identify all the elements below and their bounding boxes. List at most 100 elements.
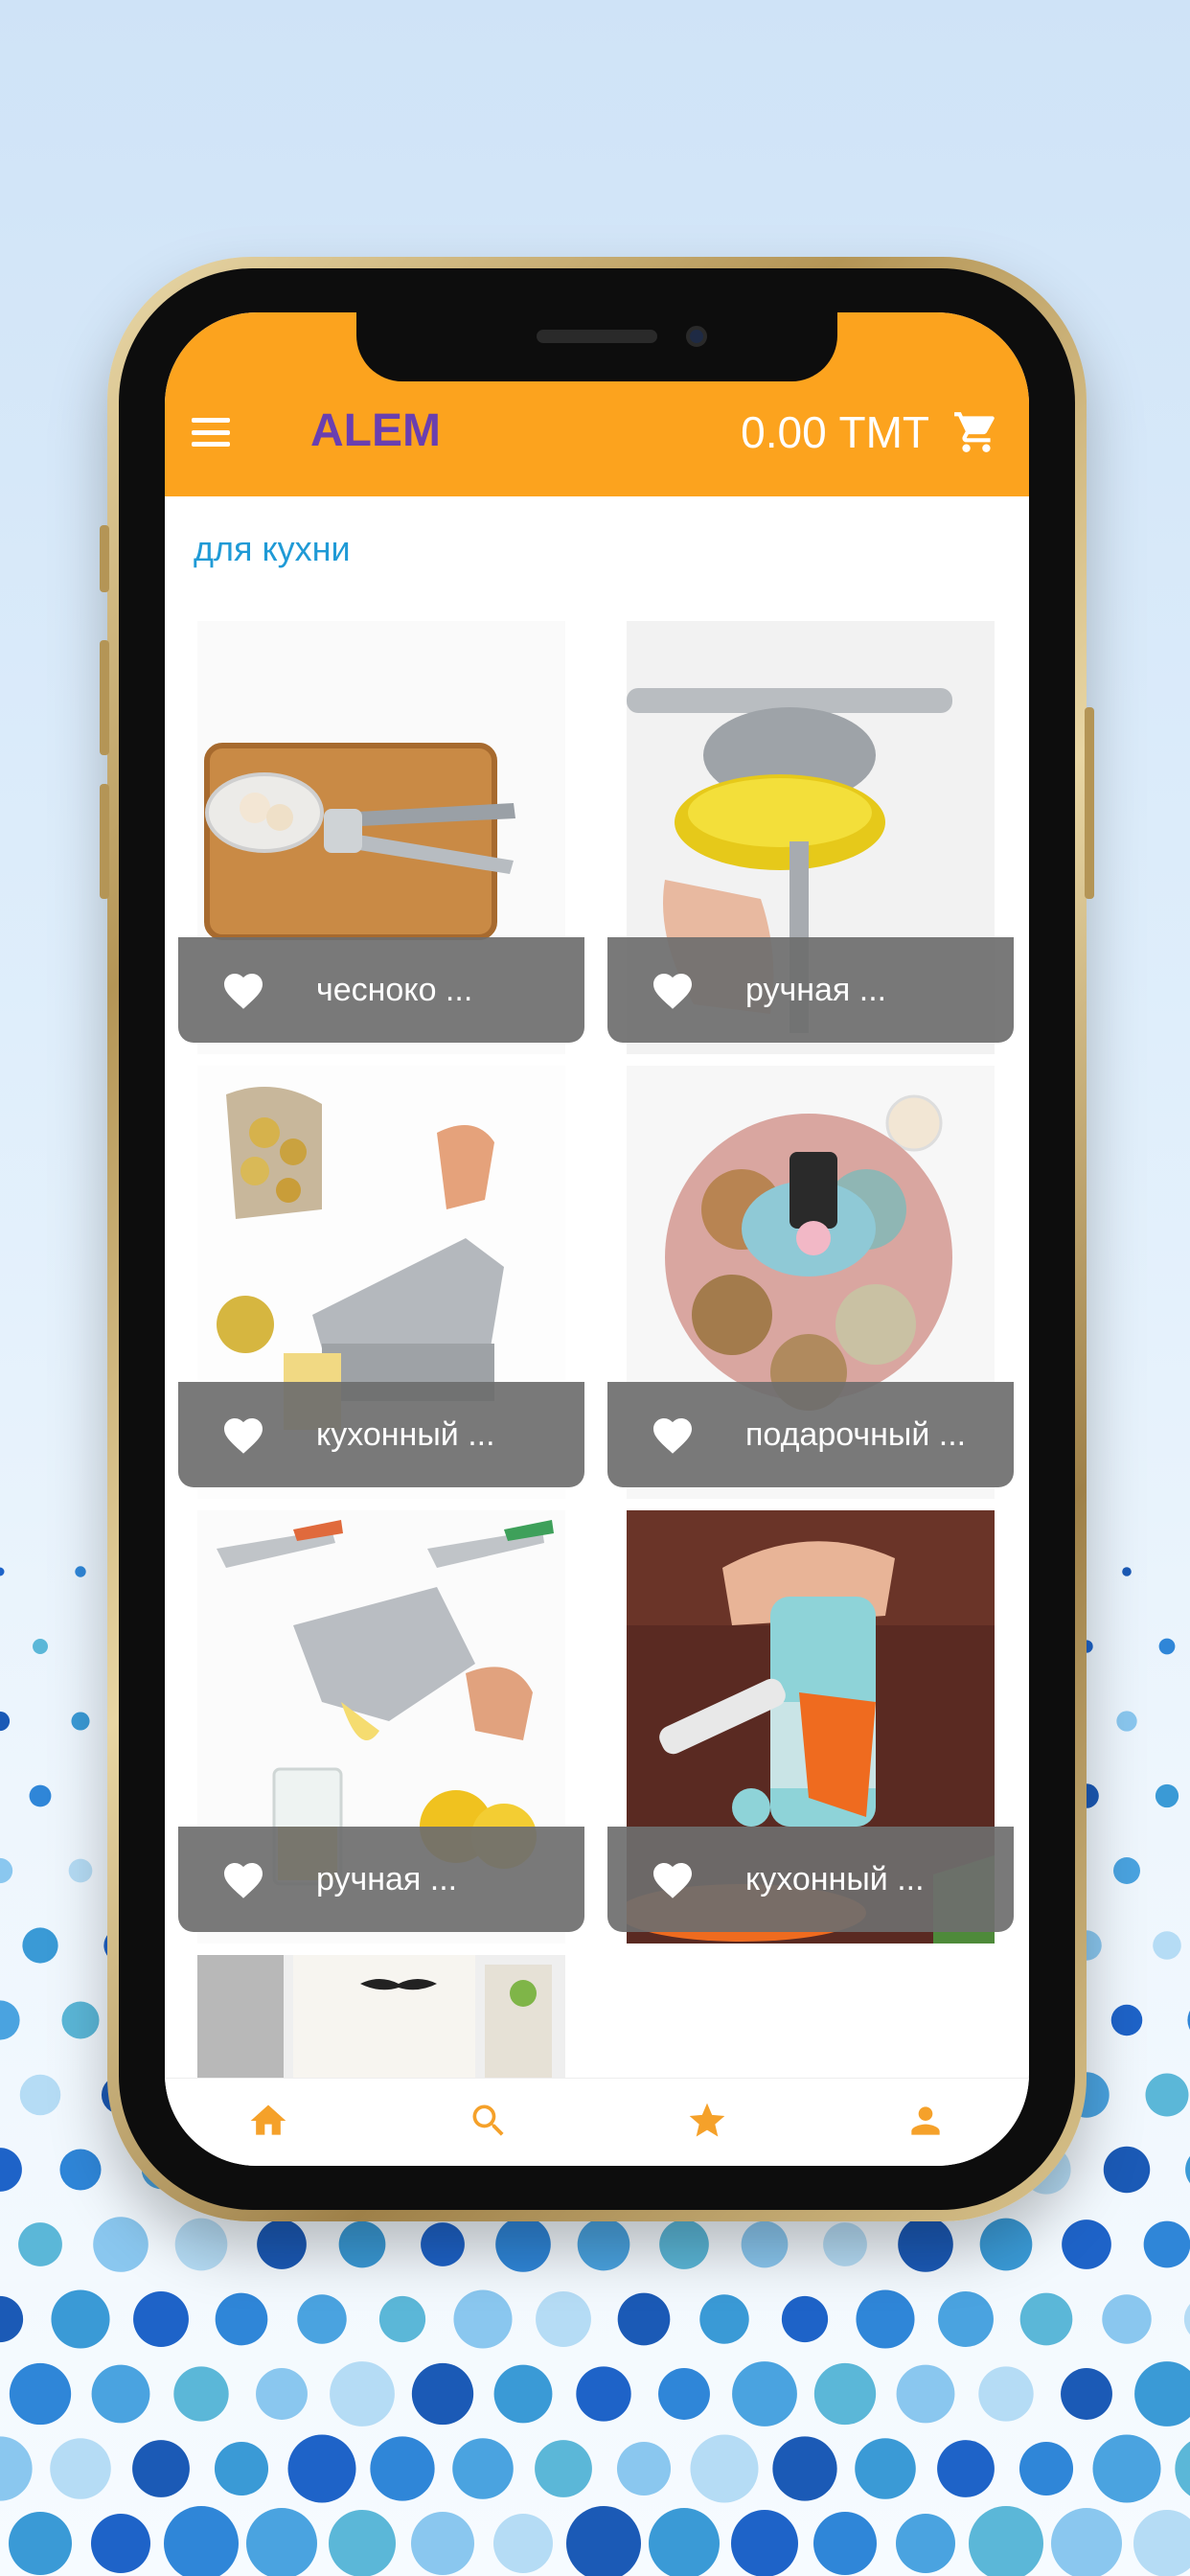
background-dot: [421, 2222, 465, 2266]
power-button: [1085, 707, 1094, 899]
product-card[interactable]: подарочный ...: [607, 1066, 1014, 1499]
speaker: [537, 330, 657, 343]
notch: [356, 312, 837, 381]
favorite-heart-icon[interactable]: [220, 968, 266, 1010]
brand-title: ALEM: [310, 405, 441, 456]
mute-switch: [100, 525, 109, 592]
product-title: кухонный ...: [745, 1861, 925, 1898]
star-icon[interactable]: [686, 2100, 728, 2142]
favorite-heart-icon[interactable]: [220, 1413, 266, 1455]
background-dot: [813, 2512, 877, 2575]
search-icon[interactable]: [468, 2100, 510, 2142]
background-dot: [9, 2362, 72, 2426]
background-dot: [411, 2512, 474, 2575]
product-image-partial: [197, 1955, 565, 2078]
background-dot: [19, 2074, 61, 2116]
background-dot: [29, 1784, 52, 1807]
background-dot: [823, 2222, 867, 2266]
category-title: для кухни: [194, 529, 351, 568]
background-dot: [649, 2508, 720, 2576]
background-dot: [453, 2289, 513, 2349]
background-dot: [1019, 2292, 1073, 2346]
background-dot: [297, 2294, 347, 2344]
background-dot: [174, 2218, 228, 2271]
background-dot: [1134, 2361, 1190, 2426]
favorite-heart-icon[interactable]: [650, 1413, 696, 1455]
product-title: ручная ...: [745, 972, 887, 1008]
background-dot: [1158, 1638, 1176, 1655]
background-dot: [616, 2441, 672, 2496]
background-dot: [617, 2292, 671, 2346]
background-dot: [1155, 1783, 1179, 1808]
background-dot: [75, 1566, 86, 1577]
background-dot: [1122, 1567, 1132, 1576]
background-dot: [493, 2364, 553, 2424]
background-dot: [0, 1711, 11, 1732]
volume-up-button: [100, 640, 109, 755]
background-dot: [68, 1858, 93, 1883]
product-title: ручная ...: [316, 1861, 458, 1898]
background-dot: [1153, 1931, 1181, 1960]
favorite-heart-icon[interactable]: [650, 968, 696, 1010]
background-dot: [9, 2512, 72, 2575]
background-dot: [856, 2289, 915, 2349]
background-dot: [0, 1857, 13, 1884]
background-dot: [1102, 2294, 1152, 2344]
product-card[interactable]: ручная ...: [178, 1510, 584, 1944]
product-card[interactable]: [178, 1955, 584, 2078]
person-icon[interactable]: [904, 2100, 947, 2142]
background-dot: [256, 2368, 308, 2420]
background-dot: [329, 2510, 396, 2576]
background-dot: [214, 2441, 269, 2496]
product-card[interactable]: кухонный ...: [178, 1066, 584, 1499]
app-screen: ALEM 0.00 ТМТ для кухни чесноко ... ручн…: [165, 312, 1029, 2166]
background-dot: [452, 2438, 514, 2499]
background-dot: [979, 2218, 1033, 2271]
product-card[interactable]: кухонный ...: [607, 1510, 1014, 1944]
background-dot: [246, 2508, 317, 2576]
background-dot: [659, 2220, 709, 2269]
front-camera: [686, 326, 707, 347]
cart-icon[interactable]: [952, 408, 1000, 456]
background-dot: [33, 1639, 48, 1654]
background-dot: [91, 2364, 150, 2424]
background-dot: [51, 2289, 110, 2349]
cart-total[interactable]: 0.00 ТМТ: [741, 406, 929, 458]
background-dot: [287, 2434, 356, 2503]
background-dot: [576, 2366, 631, 2422]
background-dot: [378, 2295, 426, 2343]
background-dot: [0, 2148, 22, 2192]
background-dot: [93, 2217, 149, 2272]
background-dot: [937, 2440, 995, 2497]
background-dot: [50, 2438, 111, 2499]
favorite-heart-icon[interactable]: [650, 1857, 696, 1899]
product-title: чесноко ...: [316, 972, 473, 1008]
background-dot: [813, 2362, 877, 2426]
product-bar: подарочный ...: [607, 1382, 1014, 1487]
background-dot: [71, 1712, 90, 1731]
background-dot: [938, 2291, 994, 2347]
background-dot: [1018, 2441, 1074, 2496]
background-dot: [1133, 2510, 1190, 2576]
background-dot: [215, 2292, 268, 2346]
home-icon[interactable]: [247, 2100, 289, 2142]
favorite-heart-icon[interactable]: [220, 1857, 266, 1899]
background-dot: [898, 2217, 953, 2272]
product-title: подарочный ...: [745, 1416, 967, 1453]
product-bar: чесноко ...: [178, 937, 584, 1043]
product-bar: кухонный ...: [178, 1382, 584, 1487]
product-card[interactable]: ручная ...: [607, 621, 1014, 1054]
product-card[interactable]: чесноко ...: [178, 621, 584, 1054]
bottom-navigation: [165, 2078, 1029, 2166]
background-dot: [1051, 2508, 1122, 2576]
menu-icon[interactable]: [192, 418, 230, 447]
background-dot: [133, 2291, 189, 2347]
background-dot: [0, 2436, 33, 2501]
background-dot: [22, 1927, 58, 1964]
product-bar: кухонный ...: [607, 1827, 1014, 1932]
background-dot: [164, 2506, 239, 2576]
product-bar: ручная ...: [178, 1827, 584, 1932]
product-grid: чесноко ... ручная ... кухонный ... пода…: [165, 621, 1029, 2078]
background-dot: [1061, 2368, 1112, 2420]
background-dot: [1092, 2434, 1161, 2503]
